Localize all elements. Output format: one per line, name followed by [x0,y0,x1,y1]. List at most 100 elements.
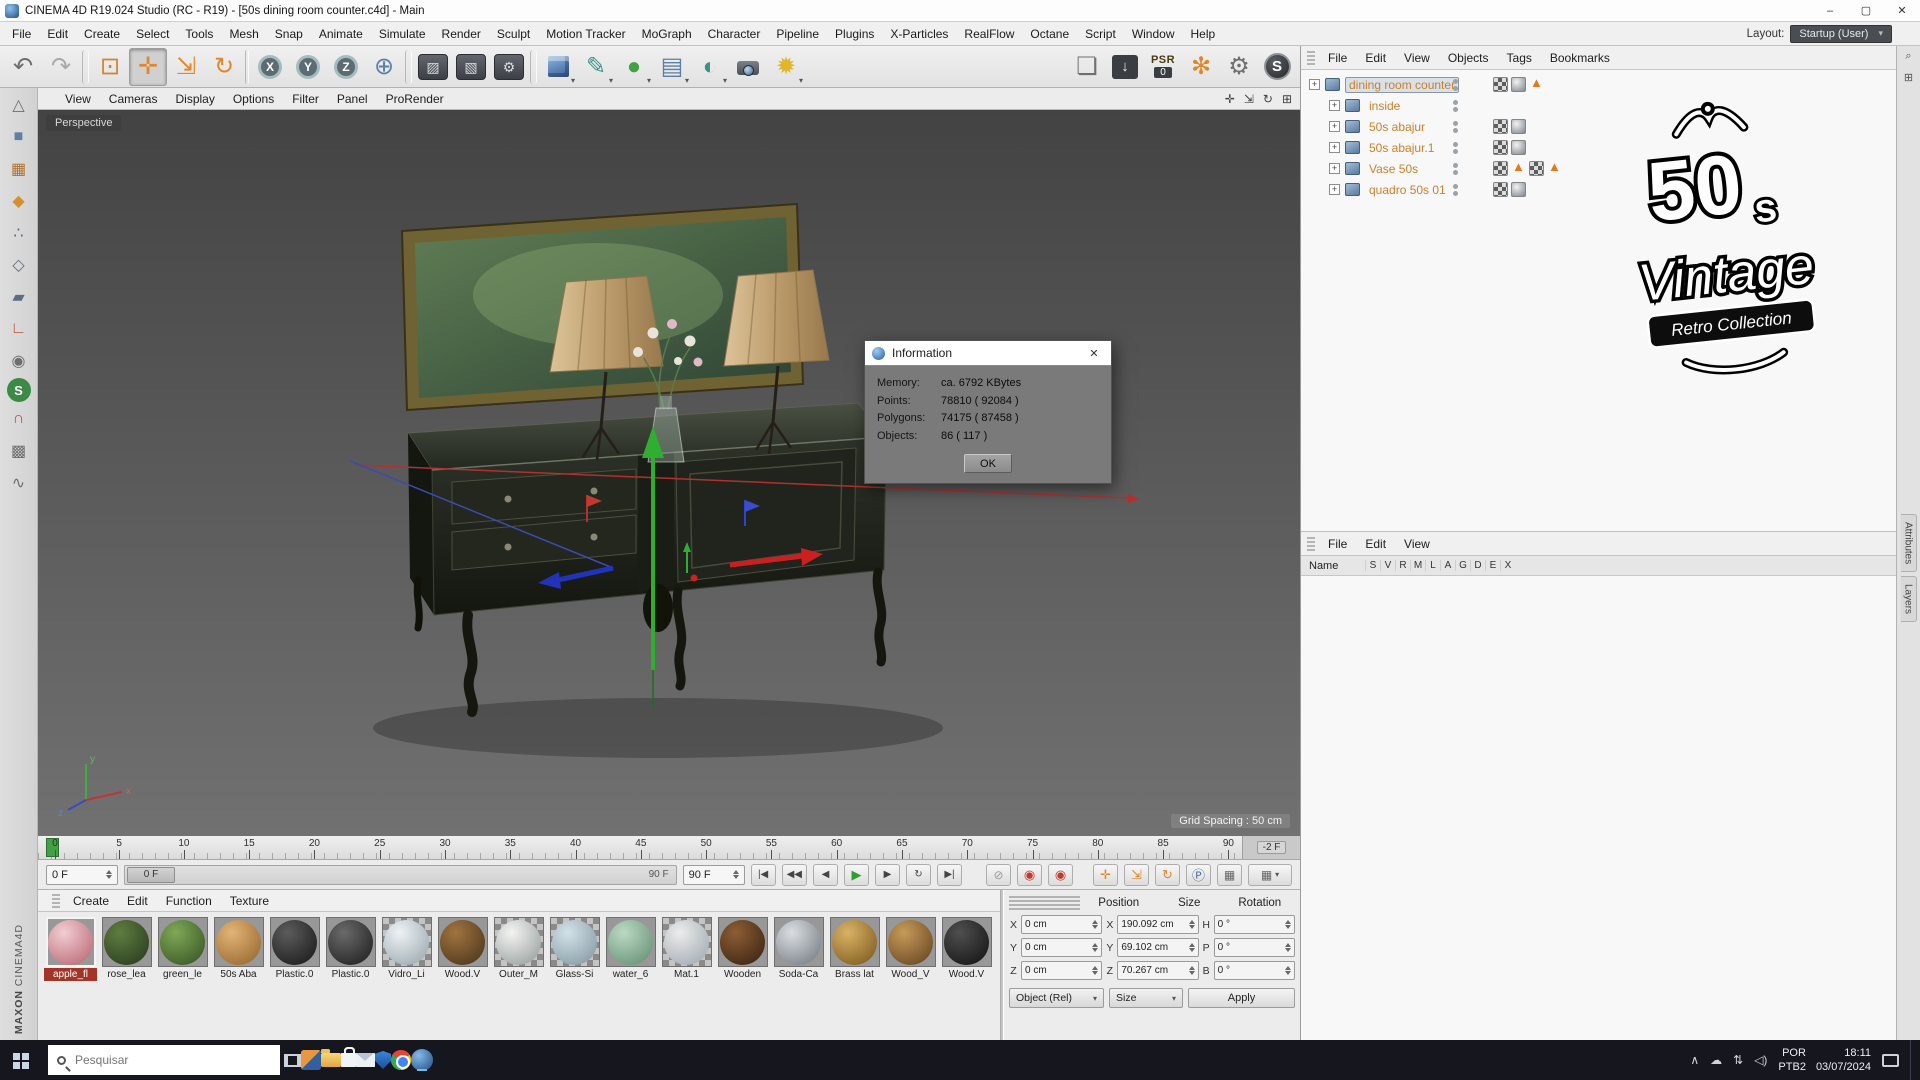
material-thumbnail[interactable] [269,917,320,967]
psr-display[interactable]: PSR 0 [1144,48,1182,86]
menu-item[interactable]: Plugins [827,22,882,45]
record-pla-button[interactable]: ▦ [1217,863,1242,886]
autokey-button[interactable]: ◉ [1048,863,1073,886]
prev-key-button[interactable]: ◀◀ [781,863,807,886]
object-manager-menu-item[interactable]: Edit [1356,51,1395,65]
layout-dropdown[interactable]: Startup (User) [1790,24,1892,43]
phong-tag[interactable] [1511,140,1526,155]
material-name[interactable]: Glass-Si [548,968,601,981]
material-thumbnail[interactable] [549,917,600,967]
position-field[interactable]: 0 cm [1021,961,1103,980]
panel-grip[interactable] [52,893,60,908]
record-position-button[interactable]: ✛ [1093,863,1118,886]
rotation-field[interactable]: 0 ° [1213,961,1295,980]
position-field[interactable]: 0 cm [1021,938,1103,957]
tray-chevron-icon[interactable]: ∧ [1690,1053,1699,1067]
expand-toggle[interactable] [1329,184,1340,195]
mograph-button[interactable]: ✻ [1182,48,1220,86]
spinner[interactable] [106,867,112,882]
workplane-mode-button[interactable]: ◆ [3,186,35,216]
model-mode-button[interactable]: ■ [3,122,35,152]
menu-item[interactable]: Create [76,22,128,45]
layers-column-letter[interactable]: A [1440,560,1455,571]
object-name[interactable]: quadro 50s 01 [1365,182,1450,198]
size-field[interactable]: 190.092 cm [1117,915,1199,934]
object-name[interactable]: Vase 50s [1365,161,1422,177]
panel-grip[interactable] [1307,50,1315,65]
material-thumbnail[interactable] [213,917,264,967]
material-thumbnail[interactable] [605,917,656,967]
subdivision-surface-button[interactable]: ● [615,48,653,86]
current-frame-field[interactable]: 0 F [46,864,118,885]
viewport-solo-button[interactable]: ◉ [3,346,35,376]
material-name[interactable]: 50s Aba [212,968,265,981]
menu-item[interactable]: RealFlow [956,22,1022,45]
object-name[interactable]: 50s abajur.1 [1365,140,1438,156]
render-queue-button[interactable]: ↓ [1106,48,1144,86]
material-name[interactable]: rose_lea [100,968,153,981]
preview-end-label[interactable]: -2 F [1256,841,1287,854]
size-field[interactable]: 70.267 cm [1117,961,1199,980]
spinner[interactable] [1285,940,1291,955]
material-name[interactable]: Outer_M [492,968,545,981]
edges-mode-button[interactable]: ◇ [3,250,35,280]
layers-column-letter[interactable]: D [1470,560,1485,571]
transport-gap[interactable] [968,864,980,886]
menu-item[interactable]: File [4,22,39,45]
material-name[interactable]: Wood.V [436,968,489,981]
goto-start-button[interactable]: |◀ [750,863,776,886]
menu-item[interactable]: Octane [1022,22,1077,45]
spinner[interactable] [1285,917,1291,932]
s-plugin-badge[interactable]: S [1258,48,1296,86]
store-app-button[interactable] [341,1047,356,1067]
pan-view-icon[interactable]: ✛ [1225,92,1235,106]
taskbar-search[interactable] [48,1045,280,1075]
minimize-button[interactable]: – [1812,0,1848,21]
material-menu-item[interactable]: Function [157,894,221,908]
material-name[interactable]: Wooden [716,968,769,981]
transport-gap[interactable] [1079,864,1087,886]
phong-tag[interactable] [1511,182,1526,197]
spinner[interactable] [1092,940,1098,955]
network-icon[interactable]: ⇅ [1733,1053,1743,1067]
expand-toggle[interactable] [1329,121,1340,132]
menu-item[interactable]: Pipeline [768,22,827,45]
keyframe-selection-button[interactable]: ▦ [1248,863,1292,886]
material-name[interactable]: apple_fl [44,968,97,981]
material-thumbnail[interactable] [661,917,712,967]
expand-toggle[interactable] [1309,79,1320,90]
coordinate-system-button[interactable]: ⊕ [365,48,403,86]
toolbar-separator[interactable] [530,49,537,84]
menu-item[interactable]: Edit [39,22,76,45]
object-name[interactable]: inside [1365,98,1404,114]
layers-column-letter[interactable]: X [1500,560,1515,571]
redo-button[interactable]: ↷ [42,48,80,86]
material-menu-item[interactable]: Edit [118,894,157,908]
primitive-cube-button[interactable] [539,48,577,86]
menu-item[interactable]: Window [1124,22,1183,45]
object-manager-menu-item[interactable]: Tags [1498,51,1541,65]
material-thumbnail[interactable] [773,917,824,967]
menu-item[interactable]: Render [434,22,489,45]
warn-tag[interactable] [1529,75,1544,92]
camera-label[interactable]: Perspective [46,115,122,131]
object-manager-menu-item[interactable]: Bookmarks [1541,51,1619,65]
visibility-dots[interactable] [1453,141,1458,154]
texture-mode-button[interactable]: ▦ [3,154,35,184]
menu-item[interactable]: Tools [177,22,221,45]
prev-frame-button[interactable]: ◀ [813,863,838,886]
tex-tag[interactable] [1493,77,1508,92]
warn-tag[interactable] [1511,159,1526,176]
viewport-menu-item[interactable]: Options [224,92,283,106]
apply-button[interactable]: Apply [1188,988,1295,1008]
snap-button[interactable]: S [6,378,31,402]
material-thumbnail[interactable] [381,917,432,967]
visibility-dots[interactable] [1453,183,1458,196]
points-mode-button[interactable]: ∴ [3,218,35,248]
material-thumbnail[interactable] [941,917,992,967]
maximize-button[interactable]: ▢ [1848,0,1884,21]
layers-column-letter[interactable]: E [1485,560,1500,571]
material-thumbnail[interactable] [101,917,152,967]
render-settings-button[interactable]: ⚙ [490,48,528,86]
expand-toggle[interactable] [1329,142,1340,153]
